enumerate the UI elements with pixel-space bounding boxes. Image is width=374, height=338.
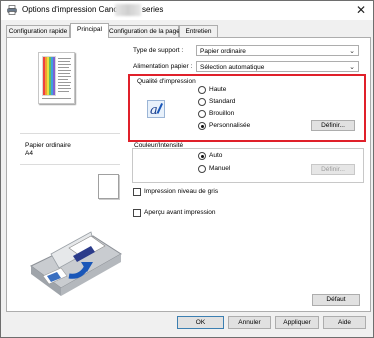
chevron-down-icon: ⌄ xyxy=(349,48,355,55)
divider xyxy=(20,133,120,134)
title-bar: Options d'impression Canon series ✕ xyxy=(1,1,373,20)
window-title-suffix: series xyxy=(142,5,164,14)
apply-button[interactable]: Appliquer xyxy=(275,316,319,329)
quality-custom-radio[interactable] xyxy=(198,122,206,130)
svg-text:a: a xyxy=(150,103,158,118)
media-type-label: Type de support : xyxy=(133,47,184,54)
printer-illustration-icon xyxy=(30,231,122,296)
window-title: Options d'impression Canon xyxy=(22,5,123,14)
quality-custom-label: Personnalisée xyxy=(209,122,251,129)
chevron-down-icon: ⌄ xyxy=(349,64,355,71)
quality-standard-label: Standard xyxy=(209,98,236,105)
printer-icon xyxy=(7,5,17,15)
tab-main[interactable]: Principal xyxy=(70,23,109,38)
quality-icon: a xyxy=(147,100,165,118)
paper-source-label: Alimentation papier : xyxy=(133,63,193,70)
color-manual-radio[interactable] xyxy=(198,165,206,173)
quality-draft-label: Brouillon xyxy=(209,110,235,117)
paper-orientation-icon xyxy=(98,174,119,199)
print-quality-group-label: Qualité d'impression xyxy=(137,78,196,85)
page-preview xyxy=(38,52,75,104)
divider xyxy=(20,164,120,165)
print-preview-label: Aperçu avant impression xyxy=(144,209,216,216)
media-type-select[interactable]: Papier ordinaire ⌄ xyxy=(196,45,359,56)
cancel-button[interactable]: Annuler xyxy=(228,316,271,329)
color-auto-radio[interactable] xyxy=(198,152,206,160)
paper-source-value: Sélection automatique xyxy=(200,64,265,71)
help-button[interactable]: Aide xyxy=(323,316,366,329)
redacted-model-name xyxy=(115,4,141,16)
print-options-window: Options d'impression Canon series ✕ Conf… xyxy=(0,0,374,338)
color-define-button[interactable]: Définir... xyxy=(311,164,355,175)
media-summary: Papier ordinaire xyxy=(25,142,71,149)
quality-standard-radio[interactable] xyxy=(198,98,206,106)
grayscale-label: Impression niveau de gris xyxy=(144,188,219,195)
page-preview-image xyxy=(42,56,71,99)
quality-define-button[interactable]: Définir... xyxy=(311,120,355,131)
quality-high-radio[interactable] xyxy=(198,86,206,94)
paper-source-select[interactable]: Sélection automatique ⌄ xyxy=(196,61,359,72)
print-preview-checkbox[interactable] xyxy=(133,209,141,217)
ok-button[interactable]: OK xyxy=(177,316,224,329)
quality-draft-radio[interactable] xyxy=(198,110,206,118)
close-button[interactable]: ✕ xyxy=(353,3,369,17)
color-manual-label: Manuel xyxy=(209,165,231,172)
main-panel: Papier ordinaire A4 Type de support : Pa… xyxy=(6,37,371,312)
grayscale-checkbox[interactable] xyxy=(133,188,141,196)
size-summary: A4 xyxy=(25,150,33,157)
color-auto-label: Auto xyxy=(209,152,223,159)
media-type-value: Papier ordinaire xyxy=(200,48,246,55)
quality-high-label: Haute xyxy=(209,86,227,93)
default-button[interactable]: Défaut xyxy=(312,294,360,306)
